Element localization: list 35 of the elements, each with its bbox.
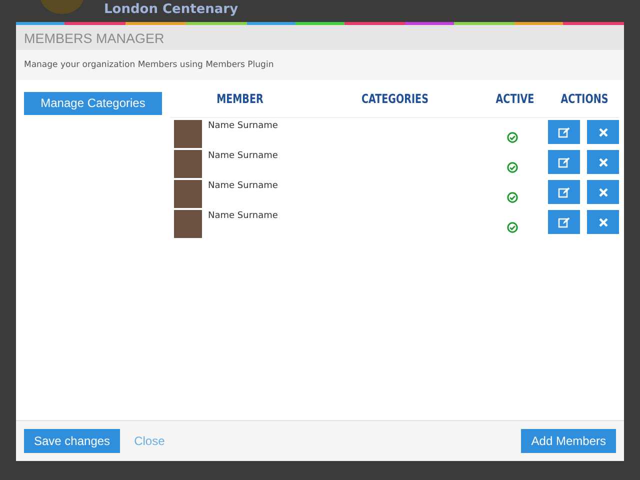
close-link[interactable]: Close xyxy=(126,432,173,450)
column-header: ACTIONS xyxy=(560,90,610,108)
member-name: Name Surname xyxy=(208,150,279,163)
column-header: ACTIVE xyxy=(494,90,536,108)
photo-placeholder xyxy=(174,150,202,178)
delete-button[interactable] xyxy=(587,180,619,204)
column-header: CATEGORIES xyxy=(360,90,430,108)
member-name: Name Surname xyxy=(208,210,279,223)
save-changes-button[interactable]: Save changes xyxy=(24,429,120,453)
column-header: MEMBER xyxy=(216,90,264,108)
delete-button[interactable] xyxy=(587,150,619,174)
delete-button[interactable] xyxy=(587,210,619,234)
photo-placeholder xyxy=(174,180,202,208)
edit-icon xyxy=(558,216,570,228)
manage-categories-button[interactable]: Manage Categories xyxy=(24,92,162,114)
close-icon xyxy=(598,218,608,226)
close-icon xyxy=(598,158,608,166)
edit-icon xyxy=(558,156,570,168)
edit-icon xyxy=(558,126,570,138)
member-name: Name Surname xyxy=(208,120,279,133)
delete-button[interactable] xyxy=(587,120,619,144)
close-icon xyxy=(598,128,608,136)
edit-button[interactable] xyxy=(548,150,580,174)
edit-button[interactable] xyxy=(548,120,580,144)
edit-button[interactable] xyxy=(548,180,580,204)
edit-icon xyxy=(558,186,570,198)
photo-placeholder xyxy=(174,120,202,148)
modal-subtitle: Manage your organization Members using Members Plugin xyxy=(16,50,624,80)
edit-button[interactable] xyxy=(548,210,580,234)
photo-placeholder xyxy=(174,210,202,238)
modal-title: MEMBERS MANAGER xyxy=(16,25,624,50)
member-name: Name Surname xyxy=(208,180,279,193)
site-title: London Centenary xyxy=(104,2,238,18)
close-icon xyxy=(598,188,608,196)
add-members-button[interactable]: Add Members xyxy=(521,429,616,453)
